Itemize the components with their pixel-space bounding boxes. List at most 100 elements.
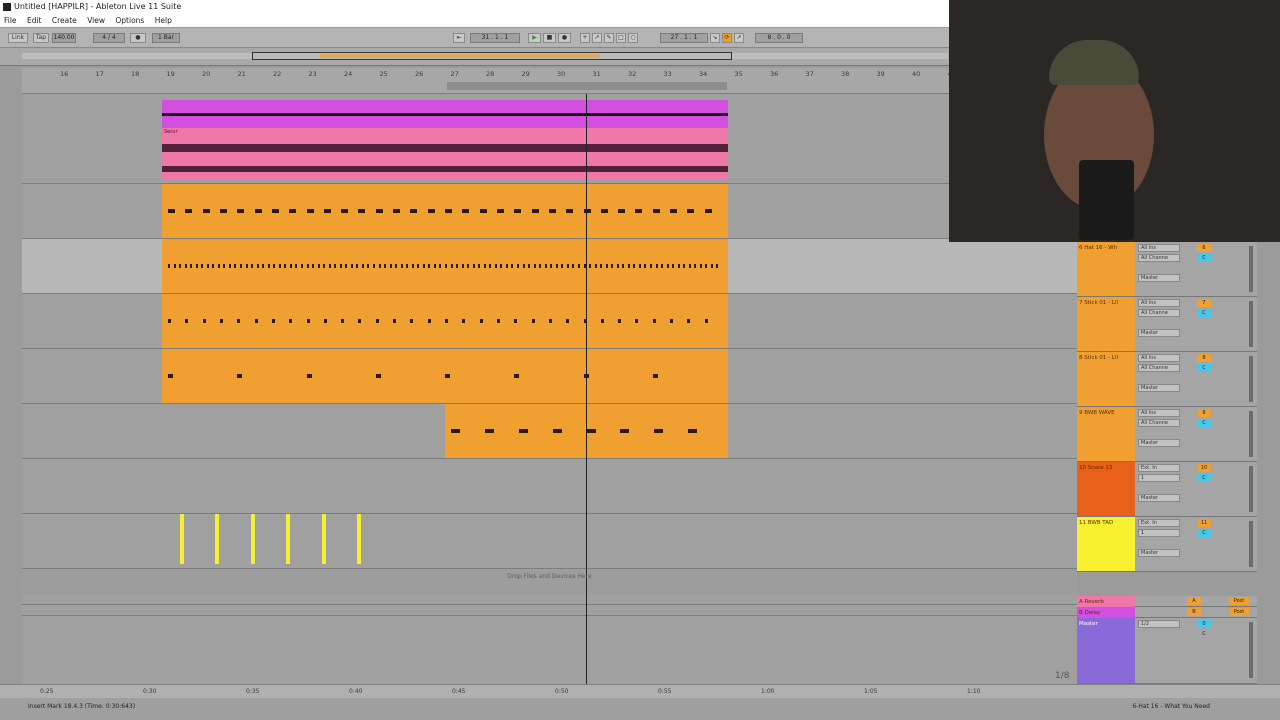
- menu-view[interactable]: View: [83, 14, 109, 27]
- midi-note[interactable]: [450, 264, 453, 268]
- midi-note[interactable]: [505, 264, 508, 268]
- midi-note[interactable]: [586, 429, 596, 433]
- punch-in-icon[interactable]: ↘: [710, 33, 720, 43]
- input-type[interactable]: Ext. In: [1138, 519, 1180, 527]
- midi-note[interactable]: [445, 264, 447, 268]
- midi-note[interactable]: [356, 264, 359, 268]
- midi-note[interactable]: [600, 319, 604, 323]
- midi-note[interactable]: [555, 264, 558, 268]
- output-type[interactable]: Master: [1138, 274, 1180, 282]
- midi-note[interactable]: [627, 264, 630, 268]
- midi-note[interactable]: [566, 209, 574, 213]
- midi-note[interactable]: [306, 374, 312, 378]
- midi-note[interactable]: [661, 264, 664, 268]
- track-number[interactable]: 7: [1197, 299, 1211, 307]
- midi-note[interactable]: [393, 319, 397, 323]
- pan-knob[interactable]: C: [1197, 474, 1211, 482]
- midi-note[interactable]: [445, 209, 452, 213]
- midi-note[interactable]: [704, 319, 708, 323]
- midi-note[interactable]: [202, 209, 210, 213]
- midi-note[interactable]: [410, 319, 414, 323]
- midi-note[interactable]: [289, 209, 297, 213]
- midi-note[interactable]: [462, 209, 470, 213]
- drop-zone[interactable]: Drop Files and Devices Here: [22, 569, 1077, 585]
- menu-edit[interactable]: Edit: [23, 14, 46, 27]
- midi-note[interactable]: [375, 319, 379, 323]
- midi-note[interactable]: [345, 264, 348, 268]
- pink-audio-clip[interactable]: Serur: [162, 128, 728, 180]
- midi-note[interactable]: [704, 209, 712, 213]
- midi-note[interactable]: [350, 264, 353, 268]
- output-type[interactable]: Master: [1138, 549, 1180, 557]
- midi-note[interactable]: [687, 319, 691, 323]
- midi-note[interactable]: [237, 374, 243, 378]
- midi-note[interactable]: [548, 319, 552, 323]
- midi-note[interactable]: [190, 264, 193, 268]
- input-channel[interactable]: All Channe: [1138, 309, 1180, 317]
- return-strip-a[interactable]: A Reverb A Post: [1077, 596, 1257, 607]
- arrangement-overview[interactable]: [0, 48, 950, 66]
- midi-note[interactable]: [518, 429, 528, 433]
- midi-note[interactable]: [548, 209, 556, 213]
- midi-note[interactable]: [620, 429, 630, 433]
- midi-note[interactable]: [284, 264, 287, 268]
- midi-note[interactable]: [256, 264, 259, 268]
- midi-note[interactable]: [561, 264, 564, 268]
- midi-note[interactable]: [687, 209, 695, 213]
- midi-note[interactable]: [514, 374, 520, 378]
- midi-note[interactable]: [517, 264, 520, 268]
- midi-note[interactable]: [550, 264, 553, 268]
- midi-note[interactable]: [375, 374, 381, 378]
- midi-note[interactable]: [649, 264, 652, 268]
- midi-note[interactable]: [334, 264, 337, 268]
- arrangement-view[interactable]: Serur Drop Files and Devices Here 1/8: [22, 94, 1077, 684]
- midi-note[interactable]: [445, 374, 450, 378]
- input-channel[interactable]: 1: [1138, 474, 1180, 482]
- midi-note[interactable]: [484, 429, 494, 433]
- post-button[interactable]: Post: [1229, 597, 1249, 605]
- midi-note[interactable]: [496, 209, 504, 213]
- time-signature-field[interactable]: 4 / 4: [93, 33, 125, 43]
- midi-note[interactable]: [341, 319, 345, 323]
- midi-note[interactable]: [358, 319, 362, 323]
- midi-note[interactable]: [478, 264, 481, 268]
- input-channel[interactable]: All Channe: [1138, 254, 1180, 262]
- midi-note[interactable]: [462, 319, 466, 323]
- midi-note[interactable]: [289, 264, 292, 268]
- midi-note[interactable]: [361, 264, 364, 268]
- midi-note[interactable]: [694, 264, 697, 268]
- midi-note[interactable]: [577, 264, 580, 268]
- track-name[interactable]: A Reverb: [1077, 596, 1135, 607]
- output-type[interactable]: Master: [1138, 329, 1180, 337]
- midi-note[interactable]: [195, 264, 198, 268]
- midi-note[interactable]: [644, 264, 647, 268]
- midi-note[interactable]: [710, 264, 713, 268]
- master-pan[interactable]: C: [1197, 630, 1211, 638]
- track-name[interactable]: Master: [1077, 618, 1135, 683]
- midi-note[interactable]: [705, 264, 708, 268]
- midi-note[interactable]: [202, 319, 206, 323]
- return-lane-a[interactable]: [22, 594, 1077, 605]
- midi-note[interactable]: [467, 264, 470, 268]
- midi-note[interactable]: [422, 264, 425, 268]
- midi-note[interactable]: [494, 264, 497, 268]
- midi-note[interactable]: [514, 209, 522, 213]
- midi-note[interactable]: [358, 209, 366, 213]
- midi-note[interactable]: [479, 319, 483, 323]
- track-number[interactable]: 11: [1197, 519, 1211, 527]
- automation-arm-icon[interactable]: ↗: [592, 33, 602, 43]
- midi-note[interactable]: [254, 319, 258, 323]
- track-number[interactable]: 8: [1197, 354, 1211, 362]
- midi-note[interactable]: [406, 264, 409, 268]
- track-strip-11[interactable]: 11 BWB TAD Ext. In 1 Master 11 C: [1077, 517, 1257, 572]
- midi-note[interactable]: [439, 264, 442, 268]
- pan-knob[interactable]: C: [1197, 419, 1211, 427]
- midi-note[interactable]: [372, 264, 375, 268]
- midi-note[interactable]: [328, 264, 331, 268]
- midi-clip-hat[interactable]: [162, 184, 728, 238]
- midi-note[interactable]: [341, 209, 349, 213]
- arrangement-position[interactable]: 31 . 1 . 1: [470, 33, 520, 43]
- midi-note[interactable]: [489, 264, 492, 268]
- midi-note[interactable]: [638, 264, 641, 268]
- midi-note[interactable]: [670, 319, 674, 323]
